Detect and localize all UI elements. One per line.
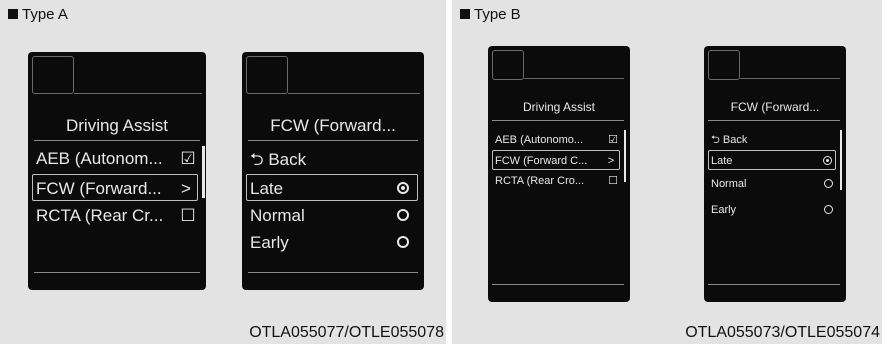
- back-button[interactable]: ⮌ Back: [708, 130, 840, 150]
- type-a-panel: Type A Driving Assist AEB (Autonom... ☑ …: [0, 0, 446, 344]
- type-a-driving-assist-screen: Driving Assist AEB (Autonom... ☑ FCW (Fo…: [28, 52, 206, 290]
- back-label: ⮌ Back: [711, 134, 748, 146]
- chevron-right-icon: >: [607, 155, 615, 167]
- checkbox-unchecked-icon[interactable]: ☐: [606, 171, 620, 191]
- screen-title: FCW (Forward...: [270, 116, 396, 135]
- type-b-panel: Type B Driving Assist AEB (Autonomo... ☑…: [452, 0, 882, 344]
- header-frame: [246, 56, 288, 94]
- header-line: [74, 93, 202, 94]
- square-bullet-icon: [8, 9, 18, 19]
- type-a-fcw-screen: FCW (Forward... ⮌ Back Late Normal Early: [242, 52, 424, 290]
- menu-item-fcw[interactable]: FCW (Forward... >: [32, 174, 198, 201]
- menu-item-label: FCW (Forward C...: [495, 155, 588, 167]
- screen-title: Driving Assist: [522, 100, 596, 114]
- menu-item-label: AEB (Autonomo...: [495, 134, 584, 146]
- menu-item-rcta[interactable]: RCTA (Rear Cro... ☐: [492, 171, 624, 191]
- title-separator: [492, 120, 624, 121]
- header-line: [524, 78, 624, 79]
- option-label: Normal: [711, 178, 747, 190]
- radio-selected-icon[interactable]: [823, 156, 832, 165]
- radio-unselected-icon[interactable]: [397, 236, 409, 248]
- back-button[interactable]: ⮌ Back: [246, 146, 418, 173]
- bottom-separator: [708, 284, 840, 285]
- option-label: Late: [711, 155, 733, 167]
- option-early[interactable]: Early: [708, 200, 840, 220]
- bottom-separator: [34, 272, 200, 273]
- title-separator: [248, 140, 418, 141]
- type-a-caption: OTLA055077/OTLE055078: [249, 324, 444, 341]
- menu-item-aeb[interactable]: AEB (Autonomo... ☑: [492, 130, 624, 150]
- option-late[interactable]: Late: [708, 150, 836, 170]
- header-frame: [708, 50, 740, 80]
- screen-title: Driving Assist: [65, 116, 169, 135]
- option-label: Early: [250, 233, 289, 252]
- square-bullet-icon: [460, 9, 470, 19]
- scrollbar[interactable]: [624, 130, 626, 182]
- chevron-right-icon: >: [181, 179, 191, 198]
- option-normal[interactable]: Normal: [708, 174, 840, 194]
- type-b-fcw-screen: FCW (Forward... ⮌ Back Late Normal Early: [704, 46, 846, 302]
- checkbox-unchecked-icon[interactable]: ☐: [178, 202, 198, 229]
- header-line: [740, 78, 840, 79]
- radio-selected-icon[interactable]: [397, 182, 409, 194]
- scrollbar[interactable]: [840, 130, 842, 190]
- option-label: Normal: [250, 206, 305, 225]
- radio-unselected-icon[interactable]: [397, 209, 409, 221]
- bottom-separator: [248, 272, 418, 273]
- title-separator: [34, 140, 200, 141]
- bottom-separator: [492, 284, 624, 285]
- option-late[interactable]: Late: [246, 174, 418, 201]
- option-label: Early: [711, 204, 737, 216]
- header-frame: [492, 50, 524, 80]
- header-line: [288, 93, 420, 94]
- type-a-title: Type A: [22, 6, 68, 23]
- type-a-heading: Type A: [8, 6, 68, 23]
- type-b-driving-assist-screen: Driving Assist AEB (Autonomo... ☑ FCW (F…: [488, 46, 630, 302]
- type-b-title: Type B: [474, 6, 521, 23]
- menu-item-label: RCTA (Rear Cro...: [495, 175, 585, 187]
- title-separator: [708, 120, 840, 121]
- screen-title: FCW (Forward...: [730, 100, 820, 114]
- back-label: ⮌ Back: [250, 150, 307, 169]
- menu-item-label: FCW (Forward...: [36, 179, 162, 198]
- checkbox-checked-icon[interactable]: ☑: [178, 145, 198, 172]
- radio-unselected-icon[interactable]: [824, 205, 833, 214]
- menu-item-rcta[interactable]: RCTA (Rear Cr... ☐: [32, 202, 202, 229]
- menu-item-fcw[interactable]: FCW (Forward C... >: [492, 150, 620, 170]
- scrollbar[interactable]: [202, 146, 205, 198]
- radio-unselected-icon[interactable]: [824, 179, 833, 188]
- menu-item-label: AEB (Autonom...: [36, 149, 163, 168]
- option-label: Late: [250, 179, 284, 198]
- menu-item-label: RCTA (Rear Cr...: [36, 206, 164, 225]
- type-b-caption: OTLA055073/OTLE055074: [685, 324, 880, 341]
- menu-item-aeb[interactable]: AEB (Autonom... ☑: [32, 145, 202, 172]
- option-normal[interactable]: Normal: [246, 202, 418, 229]
- type-b-heading: Type B: [460, 6, 521, 23]
- header-frame: [32, 56, 74, 94]
- option-early[interactable]: Early: [246, 229, 418, 256]
- checkbox-checked-icon[interactable]: ☑: [606, 130, 620, 150]
